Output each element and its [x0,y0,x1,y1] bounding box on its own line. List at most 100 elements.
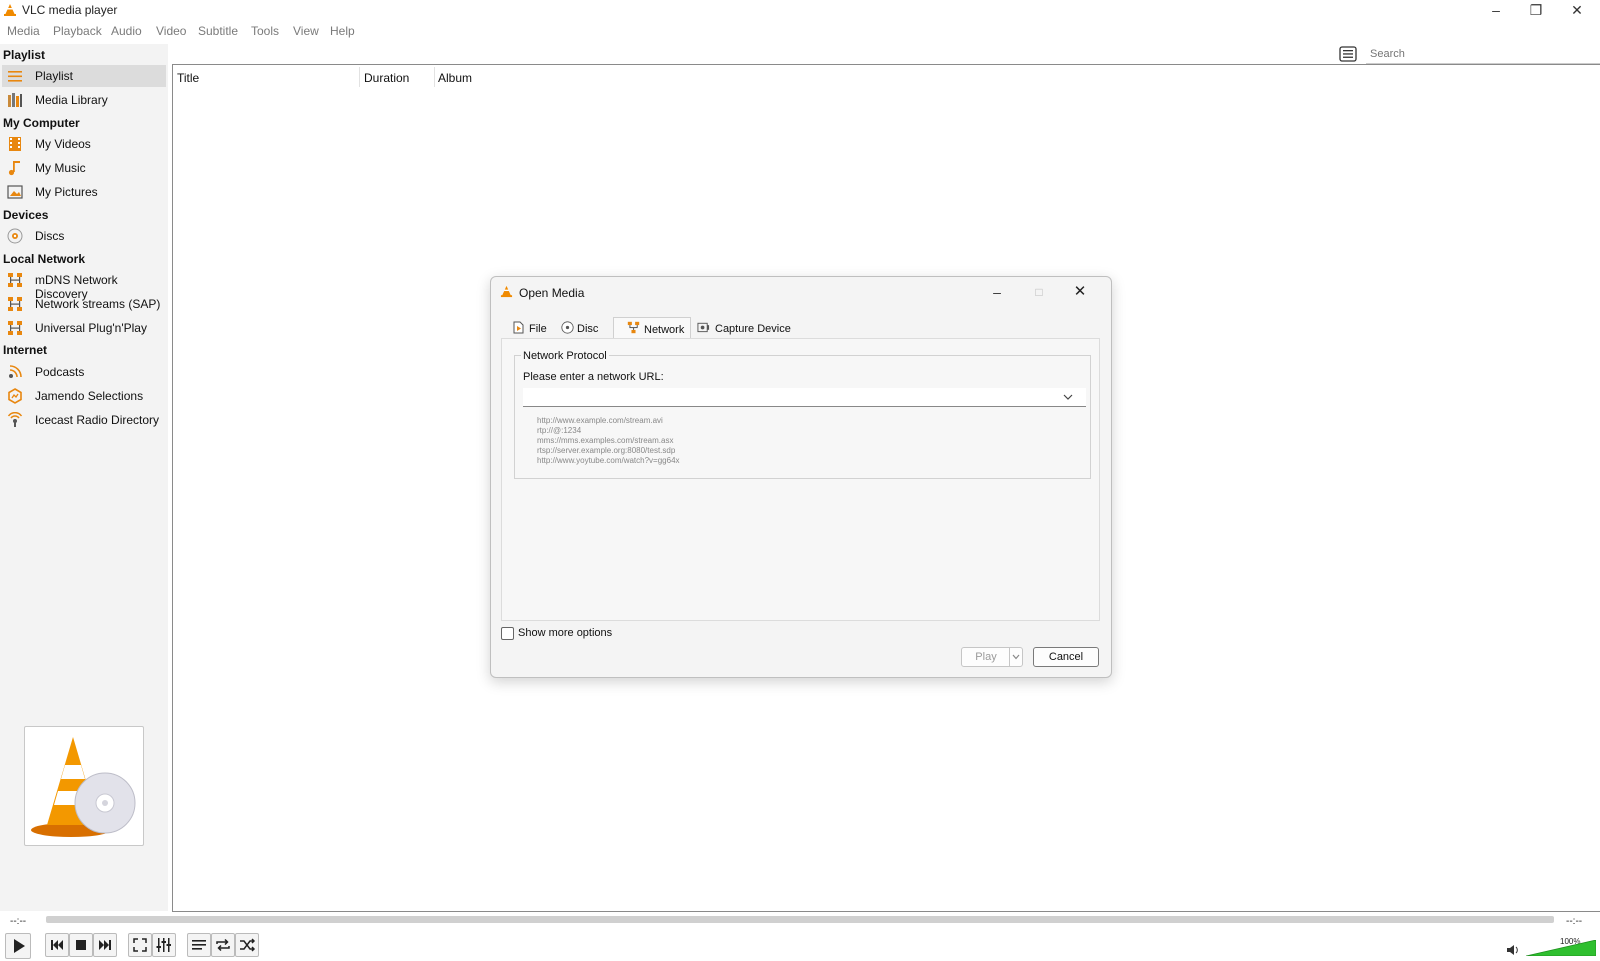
sidebar-item-label: Discs [35,229,65,243]
loop-button[interactable] [211,933,235,957]
tab-network[interactable]: Network [613,317,691,340]
show-more-label[interactable]: Show more options [518,627,612,639]
sidebar-item-label: Network streams (SAP) [35,297,161,311]
vlc-cone-art-icon [31,737,136,837]
remaining-time[interactable]: --:-- [1566,916,1582,927]
sidebar-item-sap[interactable]: Network streams (SAP) [2,293,166,315]
sidebar-item-icecast[interactable]: Icecast Radio Directory [2,409,166,431]
playlist-icon [8,71,22,82]
section-devices: Devices [3,208,49,222]
sidebar-item-label: Media Library [35,93,108,107]
sidebar-item-media-library[interactable]: Media Library [2,89,166,111]
network-icon [8,321,22,335]
file-icon [513,321,524,334]
jamendo-icon [8,388,22,404]
sidebar-item-label: Podcasts [35,365,85,379]
sidebar-item-podcasts[interactable]: Podcasts [2,361,166,383]
dialog-title: Open Media [519,286,585,300]
list-view-icon [1339,46,1357,62]
network-protocol-group: Network Protocol Please enter a network … [514,350,1091,479]
dialog-maximize-button[interactable]: □ [1027,281,1051,303]
tab-label: Capture Device [715,323,791,335]
volume-slider[interactable] [1526,940,1596,956]
music-note-icon [8,161,20,176]
tab-file[interactable]: File [503,317,555,339]
section-playlist: Playlist [3,48,46,62]
radio-icon [7,412,23,427]
next-button[interactable] [93,933,117,957]
album-art [24,726,144,846]
menu-playback[interactable]: Playback [53,24,102,38]
menu-subtitle[interactable]: Subtitle [198,24,238,38]
dialog-minimize-button[interactable]: – [985,281,1009,303]
sidebar-item-my-pictures[interactable]: My Pictures [2,181,166,203]
sidebar-item-jamendo[interactable]: Jamendo Selections [2,385,166,407]
toggle-playlist-button[interactable] [187,933,211,957]
disc-icon [561,321,574,334]
elapsed-time: --:-- [10,916,27,927]
network-icon [627,321,640,334]
seek-slider[interactable] [46,916,1554,923]
repeat-icon [216,938,230,952]
playlist-view-button[interactable] [1336,44,1360,64]
sidebar-item-my-music[interactable]: My Music [2,157,166,179]
tab-disc[interactable]: Disc [557,317,611,339]
chevron-down-icon[interactable] [1063,393,1073,401]
tab-label: Disc [577,323,599,335]
sidebar-item-label: Icecast Radio Directory [35,413,160,427]
shuffle-button[interactable] [235,933,259,957]
sidebar-item-label: My Music [35,161,86,175]
film-icon [9,137,21,151]
sidebar-item-upnp[interactable]: Universal Plug'n'Play [2,317,166,339]
dialog-close-button[interactable]: ✕ [1068,281,1092,303]
sidebar-item-my-videos[interactable]: My Videos [2,133,166,155]
sidebar-item-label: My Pictures [35,185,98,199]
example-url: rtsp://server.example.org:8080/test.sdp [537,446,676,455]
cancel-button[interactable]: Cancel [1033,647,1099,667]
play-button[interactable]: Play [961,647,1011,667]
speaker-icon[interactable] [1506,944,1520,956]
menu-bar: Media Playback Audio Video Subtitle Tool… [0,21,1600,41]
menu-view[interactable]: View [293,24,319,38]
podcast-icon [9,365,22,378]
menu-media[interactable]: Media [7,24,40,38]
menu-tools[interactable]: Tools [251,24,279,38]
menu-help[interactable]: Help [330,24,355,38]
sidebar-item-label: Universal Plug'n'Play [35,321,147,335]
media-library-icon [8,93,22,107]
equalizer-icon [156,938,171,952]
restore-button[interactable]: ❐ [1516,0,1556,21]
skip-back-icon [51,940,63,950]
play-dropdown-button[interactable] [1009,647,1023,667]
playlist-icon [192,940,206,950]
example-url: rtp://@:1234 [537,426,582,435]
sidebar-item-mdns[interactable]: mDNS Network Discovery [2,269,166,301]
sidebar-item-playlist[interactable]: Playlist [2,65,166,87]
tab-capture-device[interactable]: Capture Device [691,317,791,339]
example-url: http://www.example.com/stream.avi [537,416,663,425]
column-title[interactable]: Title [177,71,199,85]
show-more-checkbox[interactable] [501,627,514,640]
menu-video[interactable]: Video [156,24,186,38]
network-icon [8,273,22,287]
sidebar-item-label: Jamendo Selections [35,389,144,403]
minimize-button[interactable]: – [1476,0,1516,21]
extended-settings-button[interactable] [152,933,176,957]
column-duration[interactable]: Duration [364,71,409,85]
menu-audio[interactable]: Audio [111,24,142,38]
play-pause-button[interactable] [5,933,31,959]
network-url-input[interactable] [523,388,1086,407]
sidebar-item-discs[interactable]: Discs [2,225,166,247]
previous-button[interactable] [45,933,69,957]
column-album[interactable]: Album [438,71,472,85]
stop-button[interactable] [69,933,93,957]
section-my-computer: My Computer [3,116,80,130]
tab-label: File [529,323,547,335]
disc-icon [7,228,23,244]
example-url: mms://mms.examples.com/stream.asx [537,436,674,445]
open-media-dialog: Open Media – □ ✕ File Disc Network Captu… [490,276,1112,678]
close-button[interactable]: ✕ [1557,0,1597,21]
fullscreen-button[interactable] [128,933,152,957]
search-input[interactable] [1366,45,1600,64]
title-bar: VLC media player – ❐ ✕ [0,0,1600,21]
